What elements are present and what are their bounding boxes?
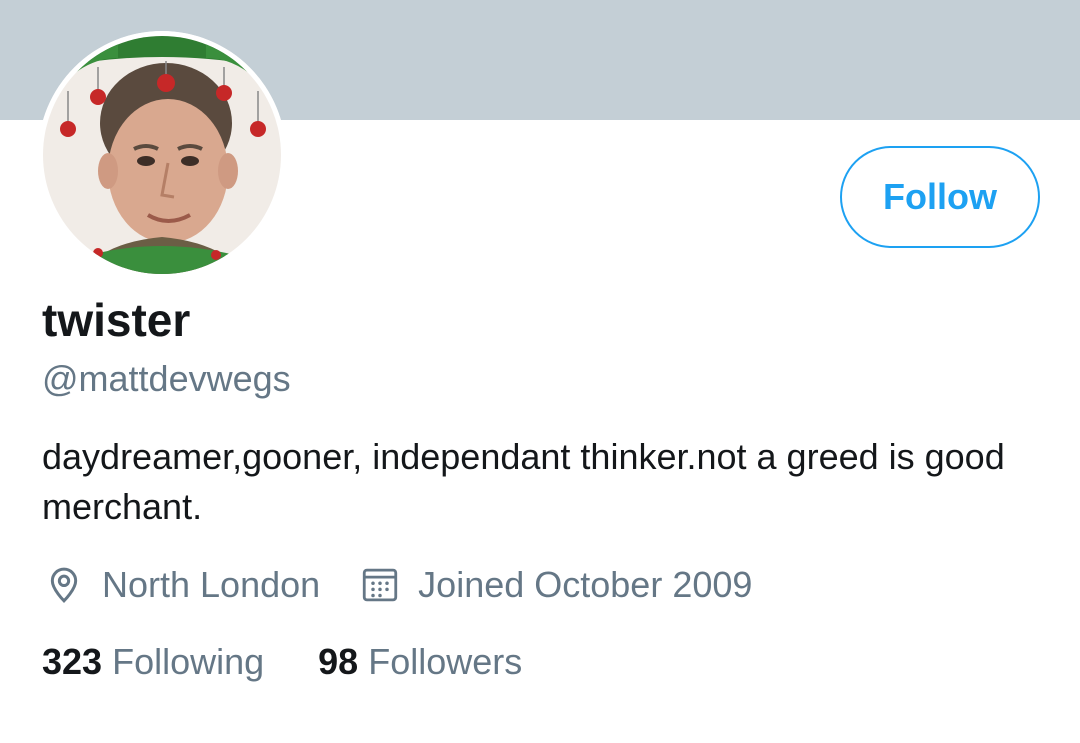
joined-label: Joined October 2009 (418, 564, 753, 605)
followers-link[interactable]: 98 Followers (318, 641, 522, 683)
profile-page: Follow twister @mattdevwegs daydreamer,g… (0, 0, 1080, 743)
followers-count: 98 (318, 641, 359, 682)
following-label: Following (112, 641, 265, 682)
follow-stats: 323 Following 98 Followers (42, 638, 522, 686)
profile-meta: North London Joined October 2009 (42, 560, 752, 610)
following-count: 323 (42, 641, 103, 682)
location-pin-icon (42, 563, 86, 607)
following-link[interactable]: 323 Following (42, 641, 264, 683)
calendar-icon (358, 563, 402, 607)
location-item: North London (42, 563, 320, 607)
followers-label: Followers (368, 641, 523, 682)
location-label: North London (102, 564, 321, 605)
user-handle: @mattdevwegs (42, 358, 291, 399)
display-name: twister (42, 294, 191, 346)
profile-bio: daydreamer,gooner, independant thinker.n… (42, 436, 1005, 527)
avatar[interactable] (38, 31, 286, 279)
follow-button[interactable]: Follow (840, 146, 1040, 248)
joined-item: Joined October 2009 (358, 563, 752, 607)
